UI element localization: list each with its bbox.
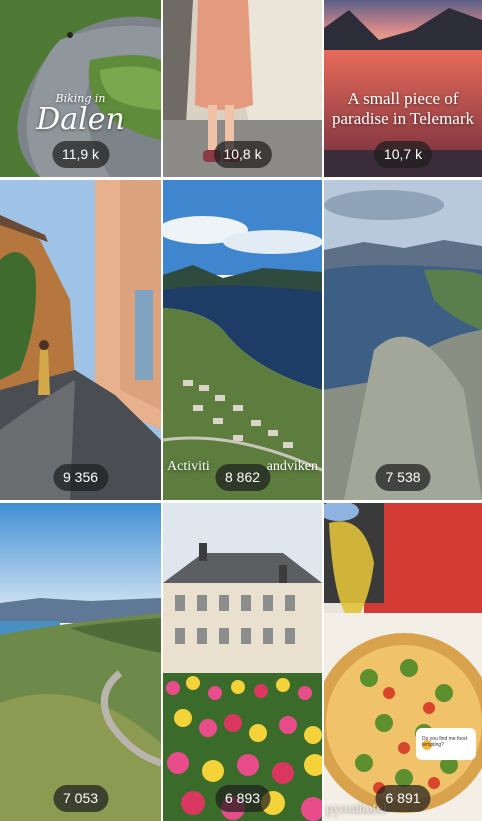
view-count-badge: 6 893 [214, 785, 271, 812]
view-count-badge: 11,9 k [51, 141, 110, 168]
reel-tile-valley-road[interactable]: 7 053 [0, 503, 161, 821]
mountain-lake-thumbnail [324, 180, 482, 500]
view-count-badge: 7 538 [375, 464, 431, 491]
view-count-badge: 9 356 [52, 464, 109, 491]
reel-tile-pizza[interactable]: Do you find me food tempting? pyronhotel… [324, 503, 482, 821]
reel-tile-telemark[interactable]: A small piece of paradise in Telemark 10… [324, 0, 482, 177]
reel-tile-tent[interactable]: 10,8 k [163, 0, 322, 177]
overlay-line-2: paradise in Telemark [332, 109, 474, 128]
question-sticker: Do you find me food tempting? [422, 736, 467, 748]
reel-tile-campsite[interactable]: Activiti andviken 8 862 [163, 180, 322, 500]
view-count-badge: 10,8 k [213, 141, 272, 168]
overlay-caption-left: Activiti [167, 459, 210, 474]
manor-tulips-thumbnail [163, 503, 322, 821]
reels-grid: Biking in Dalen 11,9 k 10,8 k A small pi… [0, 0, 482, 821]
reel-tile-mountain-lake[interactable]: 7 538 [324, 180, 482, 500]
reel-tile-biking-dalen[interactable]: Biking in Dalen 11,9 k [0, 0, 161, 177]
view-count-badge: 6 891 [375, 785, 431, 812]
reel-tile-street[interactable]: 9 356 [0, 180, 161, 500]
overlay-line-1: A small piece of [347, 89, 459, 108]
view-count-badge: 8 862 [214, 464, 271, 491]
valley-road-thumbnail [0, 503, 161, 821]
overlay-title: A small piece of paradise in Telemark [324, 89, 482, 129]
view-count-badge: 10,7 k [373, 141, 433, 168]
overlay-caption-right: andviken [266, 459, 318, 474]
overlay-title: Dalen [36, 102, 125, 137]
street-houses-thumbnail [0, 180, 161, 500]
pizza-thumbnail [324, 503, 482, 821]
reel-tile-tulips[interactable]: 6 893 [163, 503, 322, 821]
campsite-fjord-thumbnail [163, 180, 322, 500]
view-count-badge: 7 053 [52, 785, 109, 812]
